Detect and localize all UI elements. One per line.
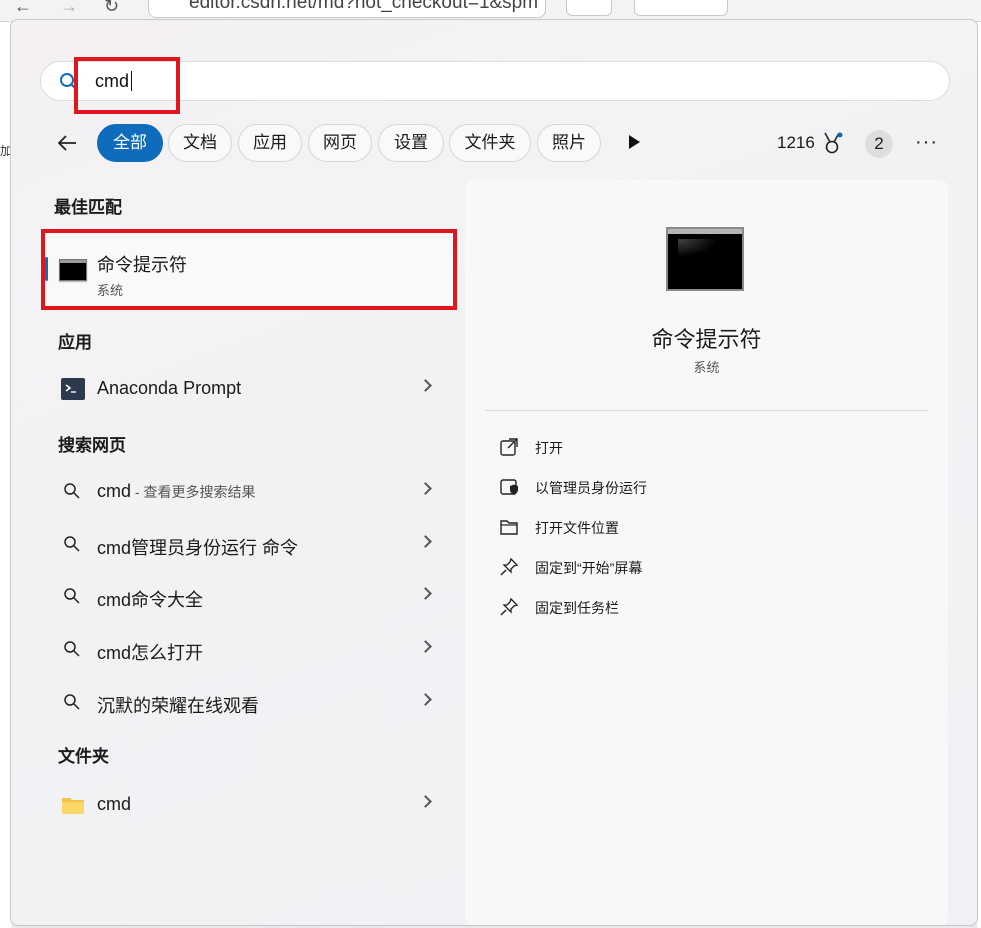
web-result-cmd[interactable]: cmd - 查看更多搜索结果 — [45, 468, 455, 516]
rewards-medal-icon[interactable] — [821, 131, 843, 155]
action-label: 以管理员身份运行 — [535, 480, 647, 496]
action-run-as-admin[interactable]: 以管理员身份运行 — [499, 473, 919, 503]
rewards-points: 1216 — [777, 133, 815, 152]
web-result-label: cmd命令大全 — [97, 590, 204, 610]
browser-refresh-icon[interactable]: ↻ — [104, 0, 119, 17]
web-result[interactable]: cmd管理员身份运行 命令 — [45, 521, 455, 569]
section-title-web: 搜索网页 — [58, 436, 126, 455]
app-result-anaconda[interactable]: Anaconda Prompt — [45, 365, 455, 413]
anaconda-prompt-icon — [61, 378, 85, 400]
windows-search-panel: cmd 全部 文档 应用 网页 设置 文件夹 照片 1216 2 ··· 最佳匹… — [10, 19, 978, 926]
action-label: 固定到“开始”屏幕 — [535, 560, 643, 576]
folder-open-icon — [500, 520, 518, 535]
folder-icon — [62, 798, 84, 814]
filter-tab-apps[interactable]: 应用 — [238, 124, 302, 162]
filter-tab-photos[interactable]: 照片 — [537, 124, 601, 162]
admin-shield-icon — [500, 479, 518, 495]
search-icon — [64, 588, 80, 604]
browser-url-field[interactable]: editor.csdn.net/md?not_checkout=1&spm — [148, 0, 546, 18]
action-pin-to-start[interactable]: 固定到“开始”屏幕 — [499, 553, 919, 583]
web-result[interactable]: cmd怎么打开 — [45, 626, 455, 674]
open-external-icon — [500, 438, 518, 456]
action-label: 打开 — [535, 440, 563, 456]
search-icon — [64, 536, 80, 552]
chevron-right-icon[interactable] — [419, 535, 432, 548]
preview-subtitle: 系统 — [693, 360, 720, 375]
web-result-label: cmd管理员身份运行 命令 — [97, 538, 299, 558]
folder-result-cmd[interactable]: cmd — [45, 781, 455, 829]
web-result[interactable]: 沉默的荣耀在线观看 — [45, 679, 455, 727]
highlight-box-search — [74, 57, 180, 114]
notification-badge[interactable]: 2 — [865, 130, 893, 158]
app-result-label: Anaconda Prompt — [97, 378, 242, 398]
filter-tab-folders[interactable]: 文件夹 — [449, 124, 531, 162]
chevron-right-icon[interactable] — [419, 379, 432, 392]
chevron-right-icon[interactable] — [419, 795, 432, 808]
browser-add-button[interactable] — [566, 0, 612, 16]
more-filters-arrow-icon[interactable] — [629, 135, 640, 149]
search-icon — [64, 483, 80, 499]
pin-icon — [500, 597, 519, 616]
browser-tab-buttons[interactable] — [634, 0, 728, 16]
pin-icon — [500, 557, 519, 576]
filter-tab-settings[interactable]: 设置 — [378, 124, 444, 162]
highlight-box-result — [41, 229, 457, 310]
web-result[interactable]: cmd命令大全 — [45, 573, 455, 621]
action-open[interactable]: 打开 — [499, 433, 919, 463]
chevron-right-icon[interactable] — [419, 482, 432, 495]
filter-tab-web[interactable]: 网页 — [308, 124, 372, 162]
web-result-label: 沉默的荣耀在线观看 — [97, 696, 259, 716]
search-icon — [64, 641, 80, 657]
divider — [485, 410, 928, 411]
browser-forward-icon[interactable]: → — [60, 0, 78, 17]
browser-back-icon[interactable]: ← — [14, 0, 32, 17]
chevron-right-icon[interactable] — [419, 587, 432, 600]
preview-title: 命令提示符 — [651, 327, 762, 352]
section-title-best-match: 最佳匹配 — [54, 198, 122, 217]
action-open-file-location[interactable]: 打开文件位置 — [499, 513, 919, 543]
action-pin-to-taskbar[interactable]: 固定到任务栏 — [499, 593, 919, 623]
command-prompt-large-icon — [666, 227, 744, 291]
web-result-label: cmd怎么打开 — [97, 643, 204, 663]
preview-pane: 命令提示符 系统 打开 以管理员身份运行 打开文件位置 固定到“开始”屏幕 固定… — [465, 180, 948, 925]
filter-bar: 全部 文档 应用 网页 设置 文件夹 照片 1216 2 ··· — [11, 124, 977, 162]
action-label: 打开文件位置 — [535, 520, 619, 536]
section-title-folders: 文件夹 — [58, 747, 109, 766]
filter-tab-documents[interactable]: 文档 — [168, 124, 232, 162]
chevron-right-icon[interactable] — [419, 693, 432, 706]
action-label: 固定到任务栏 — [535, 600, 619, 616]
back-arrow-icon[interactable] — [55, 131, 79, 155]
section-title-apps: 应用 — [58, 333, 92, 352]
folder-result-label: cmd — [97, 794, 132, 814]
web-result-label: cmd - 查看更多搜索结果 — [97, 481, 256, 501]
chevron-right-icon[interactable] — [419, 640, 432, 653]
search-icon — [64, 694, 80, 710]
more-options-icon[interactable]: ··· — [915, 131, 938, 154]
filter-tab-all[interactable]: 全部 — [97, 124, 163, 162]
